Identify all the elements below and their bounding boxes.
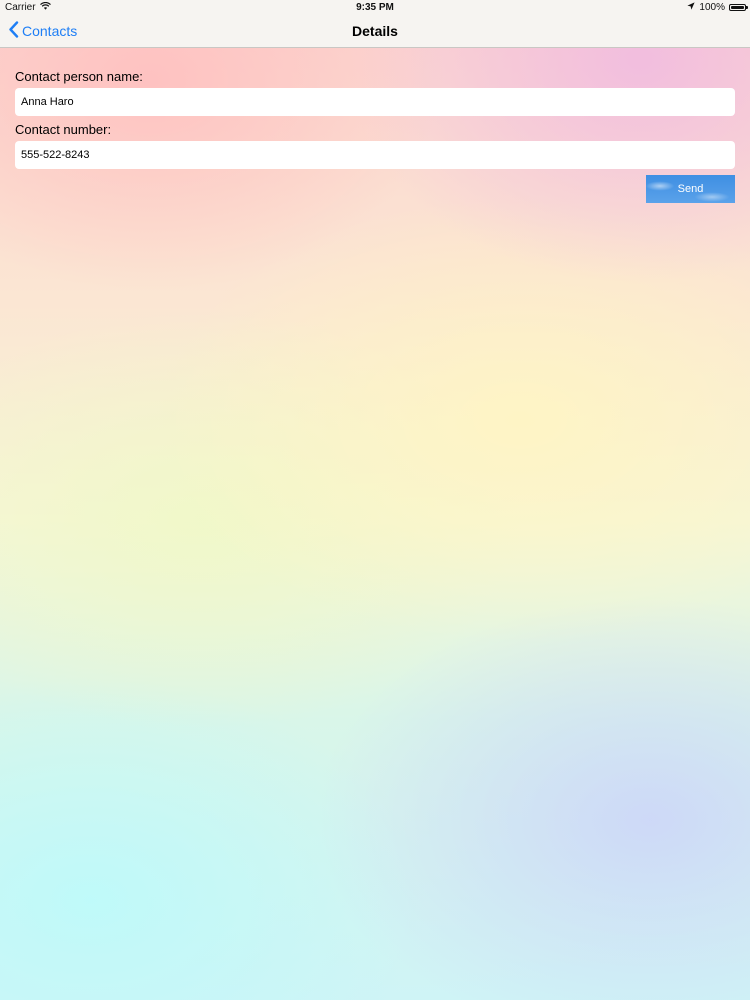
battery-icon (729, 4, 748, 11)
send-button[interactable]: Send (646, 175, 735, 203)
battery-fill (731, 6, 744, 9)
screen: Carrier 9:35 PM 100% Contacts Details Co… (0, 0, 750, 1000)
page-title: Details (352, 23, 398, 39)
contact-number-field[interactable] (15, 141, 735, 169)
status-right: 100% (687, 2, 748, 13)
status-bar: Carrier 9:35 PM 100% (0, 0, 750, 16)
contact-name-field[interactable] (15, 88, 735, 116)
location-arrow-icon (687, 2, 696, 13)
status-time: 9:35 PM (356, 2, 394, 13)
navigation-bar: Contacts Details (0, 16, 750, 48)
contact-name-label: Contact person name: (15, 69, 143, 84)
battery-percent: 100% (699, 2, 725, 13)
contact-number-label: Contact number: (15, 122, 112, 137)
